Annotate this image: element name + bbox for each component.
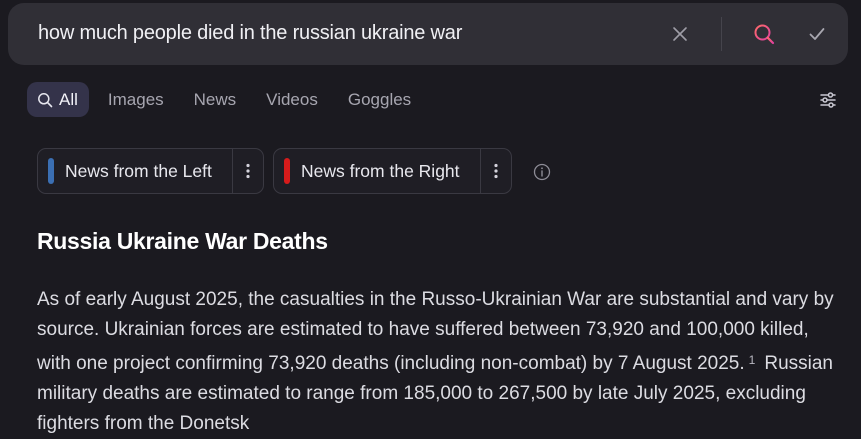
- info-icon: [533, 163, 551, 181]
- news-from-left-more-button[interactable]: [232, 149, 263, 193]
- filter-info-button[interactable]: [532, 162, 552, 182]
- sliders-icon: [820, 92, 836, 108]
- tab-news[interactable]: News: [183, 82, 248, 117]
- citation-link[interactable]: 1: [749, 345, 756, 375]
- answer-text-part-1: As of early August 2025, the casualties …: [37, 289, 834, 374]
- results-tabs: All Images News Videos Goggles: [27, 82, 430, 117]
- check-icon: [809, 28, 825, 40]
- tab-images[interactable]: Images: [97, 82, 175, 117]
- right-color-bar: [284, 158, 290, 184]
- search-bar-divider: [721, 17, 722, 51]
- tab-label: Videos: [266, 89, 318, 109]
- tab-label: Images: [107, 89, 164, 109]
- news-from-right-filter: News from the Right: [273, 148, 512, 194]
- answer-title: Russia Ukraine War Deaths: [37, 228, 328, 254]
- tab-label: Goggles: [347, 89, 412, 109]
- news-from-left-filter: News from the Left: [37, 148, 264, 194]
- answer-text: As of early August 2025, the casualties …: [37, 285, 837, 439]
- tab-goggles[interactable]: Goggles: [337, 82, 422, 117]
- close-icon: [673, 27, 687, 41]
- news-from-right-more-button[interactable]: [480, 149, 511, 193]
- more-vertical-icon: [246, 163, 250, 179]
- search-input[interactable]: how much people died in the russian ukra…: [38, 22, 462, 45]
- news-from-right-button[interactable]: News from the Right: [274, 149, 480, 193]
- filter-label: News from the Right: [301, 160, 460, 181]
- tab-all[interactable]: All: [27, 82, 89, 117]
- left-color-bar: [48, 158, 54, 184]
- news-from-left-button[interactable]: News from the Left: [38, 149, 232, 193]
- search-button[interactable]: [749, 19, 779, 49]
- tab-label: All: [59, 89, 78, 109]
- search-icon: [37, 92, 53, 108]
- search-bar: how much people died in the russian ukra…: [8, 3, 848, 65]
- clear-search-button[interactable]: [665, 19, 695, 49]
- tab-videos[interactable]: Videos: [255, 82, 329, 117]
- search-icon: [754, 24, 775, 45]
- more-vertical-icon: [494, 163, 498, 179]
- submit-button[interactable]: [802, 19, 832, 49]
- filter-label: News from the Left: [65, 160, 212, 181]
- search-settings-button[interactable]: [816, 88, 840, 112]
- tab-label: News: [193, 89, 237, 109]
